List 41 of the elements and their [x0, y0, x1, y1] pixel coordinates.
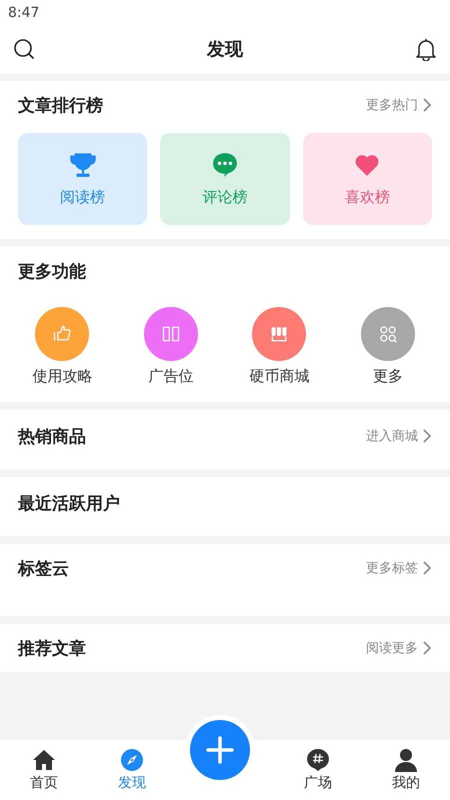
trophy-icon: [70, 152, 96, 178]
more-link[interactable]: 阅读更多: [366, 639, 432, 657]
more-link[interactable]: 进入商城: [366, 427, 432, 445]
bell-icon: [415, 37, 437, 61]
chevron-right-icon: [422, 97, 432, 113]
page-title: 发现: [207, 38, 243, 61]
feature-button[interactable]: 硬币商城: [234, 307, 324, 386]
feature-button[interactable]: 广告位: [126, 307, 216, 386]
ranking-card[interactable]: 阅读榜: [18, 133, 148, 225]
apps-icon: [378, 324, 398, 344]
section-title: 标签云: [18, 558, 69, 580]
more-link[interactable]: 更多标签: [366, 559, 432, 577]
plus-icon: [205, 735, 235, 765]
hashtag-bubble-icon: [306, 748, 330, 772]
feature-button[interactable]: 使用攻略: [17, 307, 108, 386]
book-icon: [160, 324, 181, 344]
chevron-right-icon: [422, 428, 432, 444]
section-title: 最近活跃用户: [18, 492, 120, 514]
nav-tab[interactable]: 首页: [14, 748, 74, 792]
person-icon: [394, 748, 418, 772]
more-link[interactable]: 更多热门: [366, 96, 432, 114]
section-title: 文章排行榜: [18, 94, 103, 116]
compass-icon: [120, 748, 144, 772]
nav-tab[interactable]: 广场: [288, 748, 348, 792]
nav-tab[interactable]: 我的: [376, 748, 436, 792]
ranking-card[interactable]: 评论榜: [160, 133, 290, 225]
chevron-right-icon: [422, 640, 432, 656]
chevron-right-icon: [422, 560, 432, 576]
section-title: 推荐文章: [18, 638, 86, 660]
nav-tab[interactable]: 发现: [102, 748, 162, 792]
home-icon: [32, 748, 56, 772]
notification-button[interactable]: [414, 36, 438, 62]
search-button[interactable]: [12, 36, 36, 62]
feature-button[interactable]: 更多: [342, 307, 433, 386]
status-time: 8:47: [8, 4, 40, 20]
section-title: 热销商品: [18, 426, 86, 448]
chat-bubble-icon: [212, 152, 238, 178]
search-icon: [13, 38, 35, 60]
section-title: 更多功能: [18, 260, 86, 282]
add-button[interactable]: [190, 720, 250, 780]
ranking-card[interactable]: 喜欢榜: [302, 133, 432, 225]
